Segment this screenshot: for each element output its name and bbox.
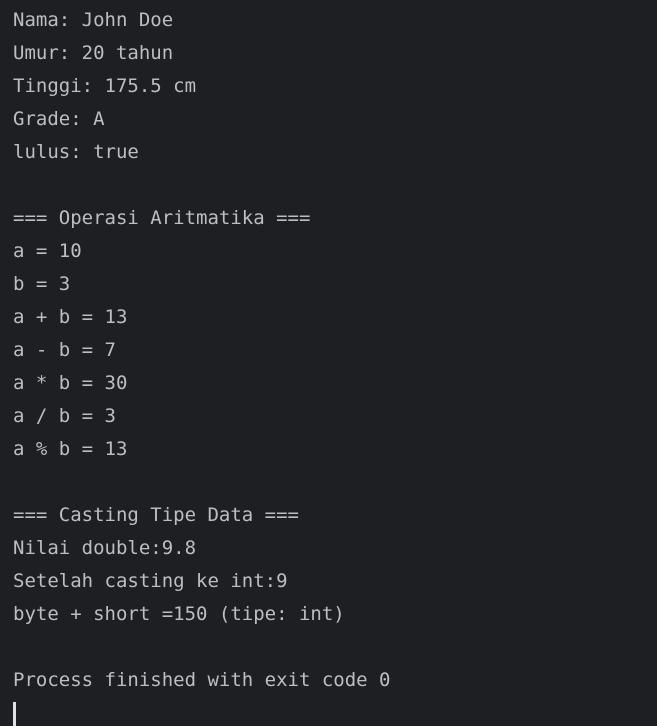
output-blank-line <box>13 169 657 202</box>
section-header-aritmatika: === Operasi Aritmatika === <box>13 207 311 229</box>
output-line-grade: Grade: A <box>13 108 105 130</box>
output-line-lulus: lulus: true <box>13 141 139 163</box>
output-line-casting-int: Setelah casting ke int:9 <box>13 570 288 592</box>
output-line-a: a = 10 <box>13 240 82 262</box>
section-header-casting: === Casting Tipe Data === <box>13 504 299 526</box>
output-line-modulo: a % b = 13 <box>13 438 128 460</box>
output-line-tinggi: Tinggi: 175.5 cm <box>13 75 197 97</box>
text-cursor <box>13 702 16 726</box>
output-line-nilai-double: Nilai double:9.8 <box>13 537 197 559</box>
output-line-b: b = 3 <box>13 273 71 295</box>
run-console-output[interactable]: Nama: John Doe Umur: 20 tahun Tinggi: 17… <box>0 0 657 726</box>
output-line-difference: a - b = 7 <box>13 339 116 361</box>
output-blank-line <box>13 631 657 664</box>
output-line-umur: Umur: 20 tahun <box>13 42 174 64</box>
output-blank-line <box>13 466 657 499</box>
output-line-byte-short: byte + short =150 (tipe: int) <box>13 603 345 625</box>
process-exit-message: Process finished with exit code 0 <box>13 669 391 691</box>
output-line-nama: Nama: John Doe <box>13 9 174 31</box>
output-line-quotient: a / b = 3 <box>13 405 116 427</box>
output-line-sum: a + b = 13 <box>13 306 128 328</box>
output-line-product: a * b = 30 <box>13 372 128 394</box>
